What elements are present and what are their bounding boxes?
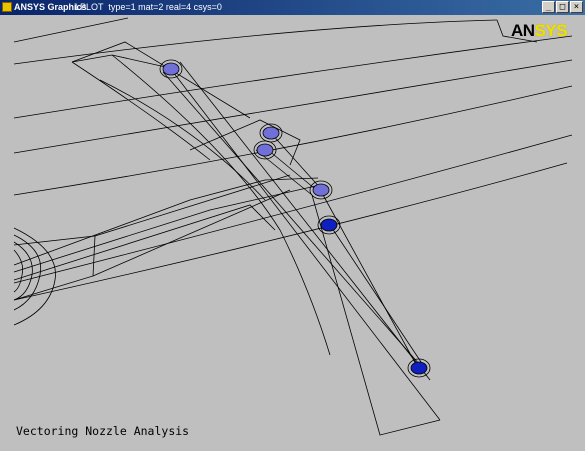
plot-line	[71, 54, 171, 69]
plot-line	[13, 59, 573, 154]
maximize-button[interactable]: □	[556, 1, 569, 13]
node-marker	[256, 143, 274, 157]
plot-line	[13, 184, 321, 273]
plot-line	[13, 17, 129, 43]
logo-text-sys: SYS	[534, 21, 568, 40]
plot-line	[169, 67, 441, 421]
plot-line	[13, 177, 319, 266]
ansys-app-icon[interactable]	[2, 2, 12, 12]
plot-line	[13, 35, 573, 119]
plot-line	[162, 71, 421, 366]
plot-command-info: LPLOT type=1 mat=2 real=4 csys=0	[75, 2, 222, 12]
close-button[interactable]: ×	[570, 1, 583, 13]
title-bar[interactable]: ANSYS Graphics LPLOT type=1 mat=2 real=4…	[0, 0, 585, 15]
plot-line	[92, 189, 291, 277]
plot-line	[99, 79, 266, 201]
plot-caption: Vectoring Nozzle Analysis	[16, 424, 190, 438]
plot-line	[269, 131, 323, 191]
plot-line	[189, 119, 301, 166]
node-marker	[320, 218, 338, 232]
logo-text-an: AN	[511, 21, 535, 40]
node-marker	[312, 183, 330, 197]
plot-line	[71, 61, 211, 161]
node-marker	[262, 126, 280, 140]
ansys-graphics-window: ANSYS Graphics LPLOT type=1 mat=2 real=4…	[0, 0, 585, 451]
plot-line	[94, 174, 291, 237]
plot-line	[329, 224, 426, 369]
plot-line	[179, 61, 431, 381]
plot-line	[255, 149, 313, 196]
plot-line	[13, 204, 276, 281]
minimize-button[interactable]: _	[542, 1, 555, 13]
window-controls: _ □ ×	[542, 1, 583, 13]
node-marker	[410, 361, 428, 375]
node-marker	[162, 62, 180, 76]
line-plot	[13, 17, 573, 436]
ansys-logo: ANSYS	[511, 21, 568, 41]
graphics-canvas[interactable]	[0, 15, 585, 451]
plot-line	[13, 162, 568, 301]
